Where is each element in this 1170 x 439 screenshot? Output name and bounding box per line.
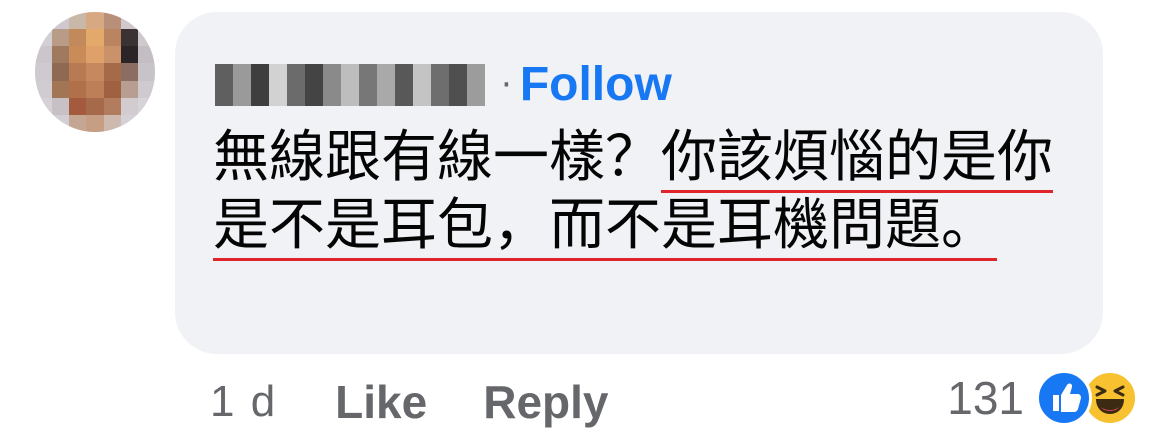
separator-dot: · bbox=[501, 64, 512, 105]
reaction-count: 131 bbox=[947, 372, 1024, 424]
reply-button[interactable]: Reply bbox=[483, 375, 608, 429]
avatar[interactable] bbox=[35, 12, 155, 132]
timestamp[interactable]: 1 d bbox=[210, 377, 277, 427]
author-name-redacted[interactable] bbox=[215, 63, 485, 106]
like-button[interactable]: Like bbox=[335, 375, 427, 429]
comment-actions: 1 d Like Reply bbox=[210, 372, 664, 432]
comment-text-plain: 無線跟有線一樣？ bbox=[213, 125, 661, 190]
comment-text: 無線跟有線一樣？你該煩惱的是你是不是耳包，而不是耳機問題。 bbox=[213, 124, 1083, 261]
like-icon bbox=[1036, 370, 1092, 426]
follow-button[interactable]: Follow bbox=[520, 60, 672, 109]
comment-header: · Follow bbox=[215, 57, 672, 112]
reaction-summary[interactable]: 131 bbox=[947, 368, 1138, 428]
comment-bubble: · Follow 無線跟有線一樣？你該煩惱的是你是不是耳包，而不是耳機問題。 bbox=[175, 12, 1103, 354]
